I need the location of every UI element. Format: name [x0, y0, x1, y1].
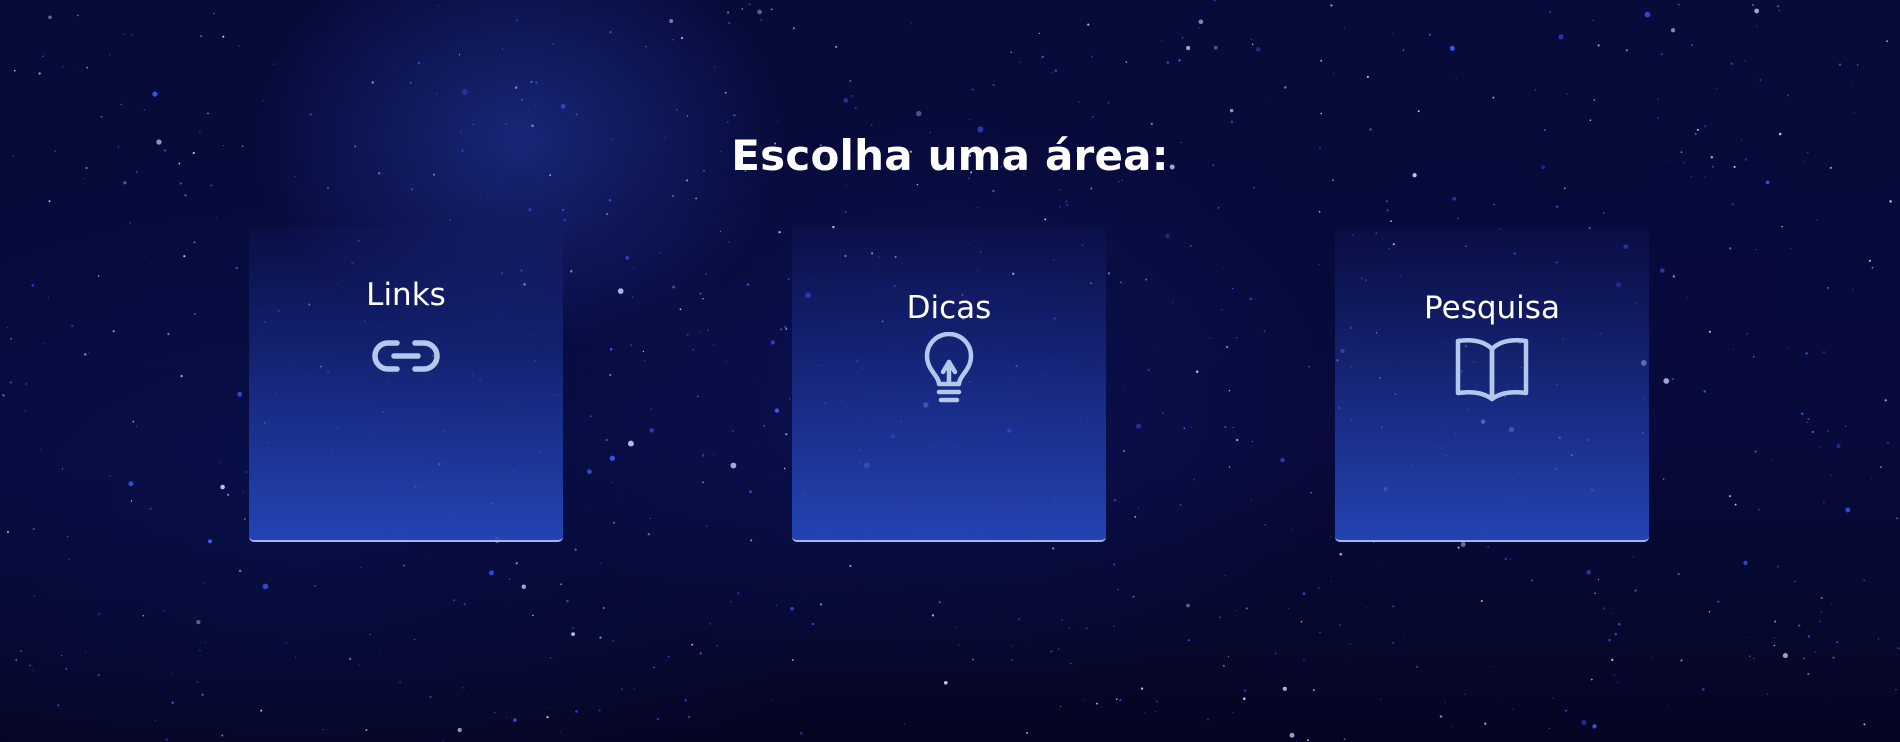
card-links-label: Links	[366, 277, 446, 313]
page-title: Escolha uma área:	[731, 131, 1169, 180]
link-icon	[370, 335, 442, 377]
card-links[interactable]: Links	[249, 227, 563, 542]
card-pesquisa-label: Pesquisa	[1424, 290, 1560, 326]
card-dicas-label: Dicas	[906, 290, 992, 326]
lightbulb-icon	[921, 332, 977, 408]
card-dicas[interactable]: Dicas	[792, 227, 1106, 542]
book-icon	[1452, 335, 1532, 405]
card-pesquisa[interactable]: Pesquisa	[1335, 227, 1649, 542]
